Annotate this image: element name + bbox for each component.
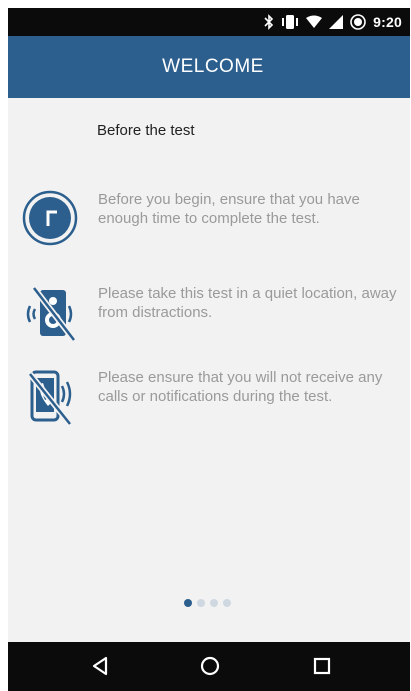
phone-screen: 9:20 WELCOME Before the test Before you … [8, 8, 410, 691]
recents-icon[interactable] [310, 654, 334, 678]
page-dot-active [184, 599, 192, 607]
status-bar: 9:20 [8, 8, 410, 36]
battery-saver-icon [350, 14, 366, 30]
tip-text: Before you begin, ensure that you have e… [98, 191, 360, 227]
bluetooth-icon [264, 14, 274, 30]
vibrate-icon [281, 14, 299, 30]
wifi-icon [306, 15, 323, 29]
page-dot [223, 599, 231, 607]
clock-icon [22, 190, 82, 250]
back-icon[interactable] [88, 654, 112, 678]
status-time: 9:20 [373, 14, 402, 30]
app-bar-title: WELCOME [162, 56, 264, 77]
navigation-bar [8, 642, 410, 691]
section-title: Before the test [97, 122, 195, 139]
speaker-muted-icon [22, 284, 82, 344]
page-dot [197, 599, 205, 607]
app-bar: WELCOME [8, 36, 410, 98]
signal-icon [329, 15, 344, 29]
page-indicator [184, 599, 231, 607]
tip-text: Please ensure that you will not receive … [98, 369, 383, 405]
home-icon[interactable] [198, 654, 222, 678]
tip-text: Please take this test in a quiet locatio… [98, 285, 397, 321]
phone-no-calls-icon [22, 368, 82, 428]
status-icons: 9:20 [264, 12, 402, 32]
page-dot [210, 599, 218, 607]
